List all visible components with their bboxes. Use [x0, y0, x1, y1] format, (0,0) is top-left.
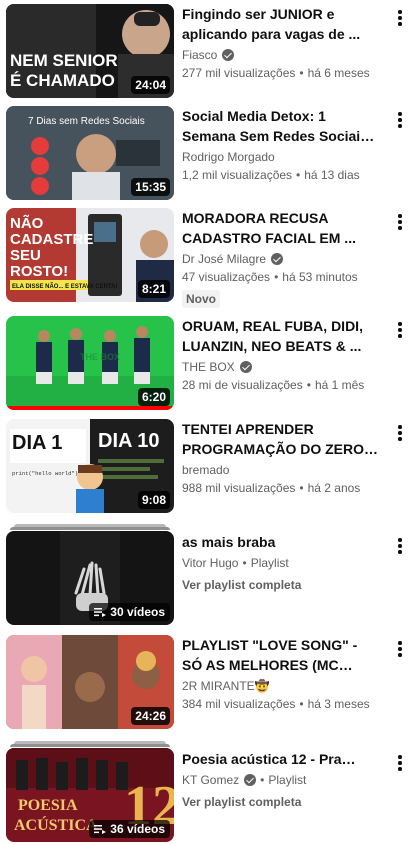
playlist-icon: [94, 608, 107, 617]
video-stats: 384 mil visualizações • há 3 meses: [182, 697, 370, 711]
more-vert-icon[interactable]: [392, 110, 408, 130]
channel-name[interactable]: THE BOX: [182, 358, 235, 376]
video-title[interactable]: Social Media Detox: 1 Semana Sem Redes S…: [182, 106, 378, 146]
thumb-text: 7 Dias sem Redes Sociais: [28, 116, 145, 127]
more-vert-icon[interactable]: [392, 753, 408, 773]
playlist-thumbnail[interactable]: 30 vídeos: [6, 531, 174, 625]
more-vert-icon[interactable]: [392, 320, 408, 340]
channel-line[interactable]: bremado: [182, 461, 378, 479]
thumb-text: É CHAMADO: [10, 71, 115, 90]
video-thumbnail[interactable]: 24:26: [6, 635, 174, 729]
video-thumbnail[interactable]: DIA 1 DIA 10 print("hello world") 9:08: [6, 419, 174, 513]
channel-line[interactable]: Fiasco: [182, 46, 378, 64]
duration-badge: 15:35: [131, 178, 170, 196]
video-title[interactable]: TENTEI APRENDER PROGRAMAÇÃO DO ZERO | 1#: [182, 419, 378, 459]
video-stats: 1,2 mil visualizações • há 13 dias: [182, 168, 360, 182]
more-vert-icon[interactable]: [392, 536, 408, 556]
watch-progress-bar: [6, 406, 174, 410]
new-badge: Novo: [182, 290, 220, 308]
channel-name[interactable]: Vitor Hugo: [182, 554, 238, 572]
upload-age: há 6 meses: [307, 66, 370, 80]
playlist-title[interactable]: Poesia acústica 12 - Pra sempre: [182, 749, 378, 769]
video-title[interactable]: ORUAM, REAL FUBA, DIDI, LUANZIN, NEO BEA…: [182, 316, 378, 356]
channel-name[interactable]: Rodrigo Morgado: [182, 148, 275, 166]
thumb-text: CADASTRE: [10, 231, 93, 248]
video-thumbnail[interactable]: NEM SENIOR É CHAMADO 24:04: [6, 4, 174, 98]
upload-age: há 13 dias: [304, 168, 360, 182]
playlist-thumbnail[interactable]: POESIA ACÚSTICA 12 36 vídeos: [6, 748, 174, 842]
upload-age: há 2 anos: [307, 481, 361, 495]
thumb-text: ROSTO!: [10, 263, 68, 280]
upload-age: há 1 mês: [314, 378, 365, 392]
verified-check-icon: [239, 361, 252, 373]
video-thumbnail[interactable]: NÃO CADASTRE SEU ROSTO! ELA DISSE NÃO...…: [6, 208, 174, 302]
playlist-icon: [94, 825, 107, 834]
thumb-text: NÃO: [10, 214, 44, 232]
duration-badge: 24:26: [131, 707, 170, 725]
channel-line[interactable]: Rodrigo Morgado: [182, 148, 378, 166]
playlist-stack: [10, 744, 170, 747]
view-count: 28 mi de visualizações: [182, 378, 303, 392]
channel-line[interactable]: Vitor Hugo • Playlist: [182, 554, 378, 572]
thumb-text: DIA 10: [98, 430, 160, 452]
channel-name[interactable]: KT Gomez: [182, 771, 239, 789]
more-vert-icon[interactable]: [392, 423, 408, 443]
video-stats: 988 mil visualizações • há 2 anos: [182, 481, 361, 495]
playlist-title[interactable]: as mais braba: [182, 532, 378, 552]
video-title[interactable]: PLAYLIST "LOVE SONG" - SÓ AS MELHORES (M…: [182, 635, 378, 675]
view-count: 277 mil visualizações: [182, 66, 296, 80]
channel-name[interactable]: Dr José Milagre: [182, 250, 266, 268]
channel-name[interactable]: Fiasco: [182, 46, 217, 64]
view-count: 988 mil visualizações: [182, 481, 296, 495]
view-count: 1,2 mil visualizações: [182, 168, 293, 182]
thumb-text: POESIA: [18, 797, 78, 814]
channel-line[interactable]: THE BOX: [182, 358, 378, 376]
video-stats: 47 visualizações • há 53 minutos: [182, 270, 358, 284]
video-stats: 28 mi de visualizações • há 1 mês: [182, 378, 365, 392]
playlist-count-badge: 36 vídeos: [89, 820, 170, 838]
playlist-count-badge: 30 vídeos: [89, 603, 170, 621]
verified-check-icon: [222, 49, 235, 61]
view-full-playlist-link[interactable]: Ver playlist completa: [182, 793, 378, 811]
duration-badge: 9:08: [137, 491, 170, 509]
playlist-stack: [10, 527, 170, 530]
upload-age: há 53 minutos: [282, 270, 358, 284]
channel-name[interactable]: bremado: [182, 461, 229, 479]
video-title[interactable]: Fingindo ser JUNIOR e aplicando para vag…: [182, 4, 378, 44]
view-count: 47 visualizações: [182, 270, 271, 284]
playlist-count: 36 vídeos: [110, 822, 165, 836]
duration-badge: 24:04: [131, 76, 170, 94]
upload-age: há 3 meses: [307, 697, 370, 711]
thumb-text: NEM SENIOR: [10, 51, 118, 70]
duration-badge: 8:21: [137, 280, 170, 298]
video-stats: 277 mil visualizações • há 6 meses: [182, 66, 370, 80]
duration-badge: 6:20: [137, 388, 170, 406]
video-thumbnail[interactable]: 7 Dias sem Redes Sociais 15:35: [6, 106, 174, 200]
channel-line[interactable]: 2R MIRANTE🤠: [182, 677, 378, 695]
playlist-count: 30 vídeos: [110, 605, 165, 619]
channel-name[interactable]: 2R MIRANTE🤠: [182, 677, 270, 695]
more-vert-icon[interactable]: [392, 212, 408, 232]
video-thumbnail[interactable]: THE BOX 6:20: [6, 316, 174, 410]
more-vert-icon[interactable]: [392, 639, 408, 659]
channel-line[interactable]: Dr José Milagre: [182, 250, 378, 268]
verified-check-icon: [244, 774, 257, 786]
video-title[interactable]: MORADORA RECUSA CADASTRO FACIAL EM ...: [182, 208, 378, 248]
verified-check-icon: [271, 253, 284, 265]
playlist-type: Playlist: [250, 556, 289, 570]
thumb-text: SEU: [10, 247, 41, 264]
thumb-text: THE BOX: [80, 352, 120, 362]
thumb-text: DIA 1: [12, 432, 62, 454]
thumb-text: print("hello world"): [12, 470, 78, 477]
playlist-type: Playlist: [268, 773, 307, 787]
more-vert-icon[interactable]: [392, 8, 408, 28]
thumb-text: ELA DISSE NÃO... E ESTAVA CERTA!: [12, 283, 117, 290]
channel-line[interactable]: KT Gomez • Playlist: [182, 771, 378, 789]
view-full-playlist-link[interactable]: Ver playlist completa: [182, 576, 378, 594]
view-count: 384 mil visualizações: [182, 697, 296, 711]
thumb-text: ACÚSTICA: [14, 815, 98, 834]
